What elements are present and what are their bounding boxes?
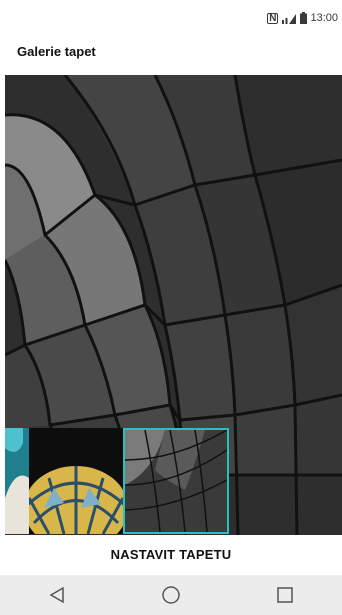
recents-button[interactable] [265,575,305,615]
navigation-bar [0,575,342,615]
back-triangle-icon [49,586,64,604]
signal-icon [282,13,297,24]
teal-abstract-thumbnail-image [5,428,29,534]
wallpaper-thumbnail-strip [5,428,342,534]
set-wallpaper-button[interactable]: NASTAVIT TAPETU [0,540,342,570]
status-time: 13:00 [310,12,338,24]
status-icons: N 13:00 [267,11,338,25]
grey-grid-thumbnail-image [125,430,227,532]
wallpaper-thumbnail-yellow-dome[interactable] [29,428,123,534]
yellow-dome-thumbnail-image [29,428,123,534]
home-button[interactable] [151,575,191,615]
nfc-icon: N [267,12,279,24]
back-button[interactable] [37,575,77,615]
battery-icon [300,12,308,24]
recents-square-icon [277,587,293,603]
wallpaper-thumbnail-grey-grid[interactable] [123,428,229,534]
home-circle-icon [162,586,180,604]
page-title: Galerie tapet [17,44,96,59]
status-bar: N 13:00 [0,0,342,34]
wallpaper-thumbnail-teal-abstract[interactable] [5,428,29,534]
